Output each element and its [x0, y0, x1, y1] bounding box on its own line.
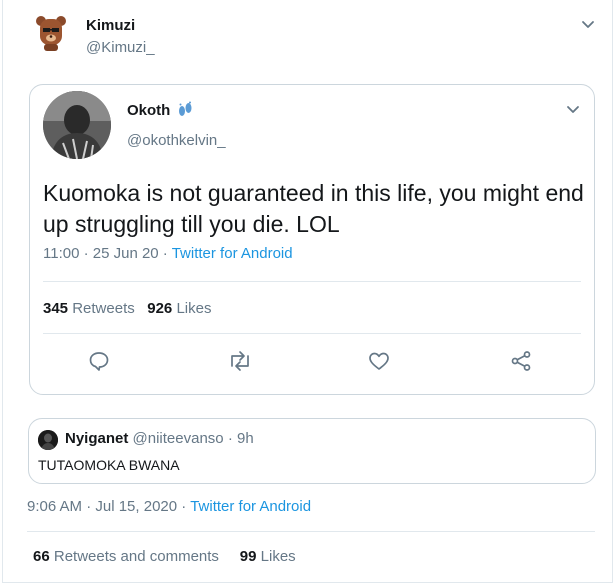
author-handle[interactable]: @Kimuzi_ — [86, 39, 155, 56]
quoted-author-handle[interactable]: @okothkelvin_ — [127, 132, 226, 149]
tweet-frame: Kimuzi @Kimuzi_ Okoth @okothkelvin_ Kuom… — [2, 0, 613, 583]
tweet-stats: 345 Retweets 926 Likes — [43, 300, 211, 317]
tweet-time[interactable]: 11:00 · 25 Jun 20 · — [43, 245, 168, 262]
tweet-actions — [43, 347, 581, 377]
chevron-down-icon[interactable] — [578, 14, 598, 34]
share-icon[interactable] — [507, 347, 535, 375]
quoted-author-name: Okoth — [127, 101, 171, 119]
reply-header: Nyiganet @niiteevanso · 9h — [65, 430, 254, 447]
footprints-icon — [179, 101, 192, 116]
outer-tweet-time[interactable]: 9:06 AM · Jul 15, 2020 — [27, 498, 177, 515]
retweet-icon[interactable] — [226, 347, 254, 375]
tweet-text: Kuomoka is not guaranteed in this life, … — [43, 180, 584, 237]
reply-text: TUTAOMOKA BWANA — [38, 457, 180, 473]
tweet-meta: 11:00 · 25 Jun 20 · Twitter for Android — [43, 245, 293, 262]
retweets-comments-stat[interactable]: 66 Retweets and comments — [33, 548, 219, 565]
reply-icon[interactable] — [85, 347, 113, 375]
bear-avatar-icon — [36, 16, 66, 51]
reply-author-handle[interactable]: @niiteevanso — [133, 430, 224, 447]
author-name[interactable]: Kimuzi — [86, 17, 135, 34]
outer-tweet-meta: 9:06 AM · Jul 15, 2020 · Twitter for And… — [27, 498, 312, 515]
avatar[interactable] — [38, 430, 58, 450]
avatar[interactable] — [30, 12, 72, 54]
reply-author-name[interactable]: Nyiganet — [65, 430, 128, 447]
likes-stat[interactable]: 926 Likes — [147, 300, 211, 317]
like-heart-icon[interactable] — [365, 347, 393, 375]
person-photo-icon — [43, 91, 111, 159]
person-photo-icon — [38, 430, 58, 450]
divider — [43, 281, 581, 282]
outer-tweet-stats: 66 Retweets and comments 99 Likes — [33, 548, 296, 565]
quoted-author[interactable]: Okoth — [127, 101, 194, 119]
divider — [43, 333, 581, 334]
tweet-client-link[interactable]: Twitter for Android — [172, 245, 293, 262]
retweets-stat[interactable]: 345 Retweets — [43, 300, 135, 317]
avatar[interactable] — [43, 91, 111, 159]
likes-stat[interactable]: 99 Likes — [240, 548, 296, 565]
outer-tweet-client-link[interactable]: Twitter for Android — [190, 498, 311, 515]
reply-age: · 9h — [227, 430, 254, 447]
divider — [27, 531, 595, 532]
embedded-tweet-card[interactable]: Okoth @okothkelvin_ Kuomoka is not guara… — [29, 84, 595, 395]
reply-card[interactable]: Nyiganet @niiteevanso · 9h TUTAOMOKA BWA… — [28, 418, 596, 484]
chevron-down-icon[interactable] — [563, 99, 583, 119]
